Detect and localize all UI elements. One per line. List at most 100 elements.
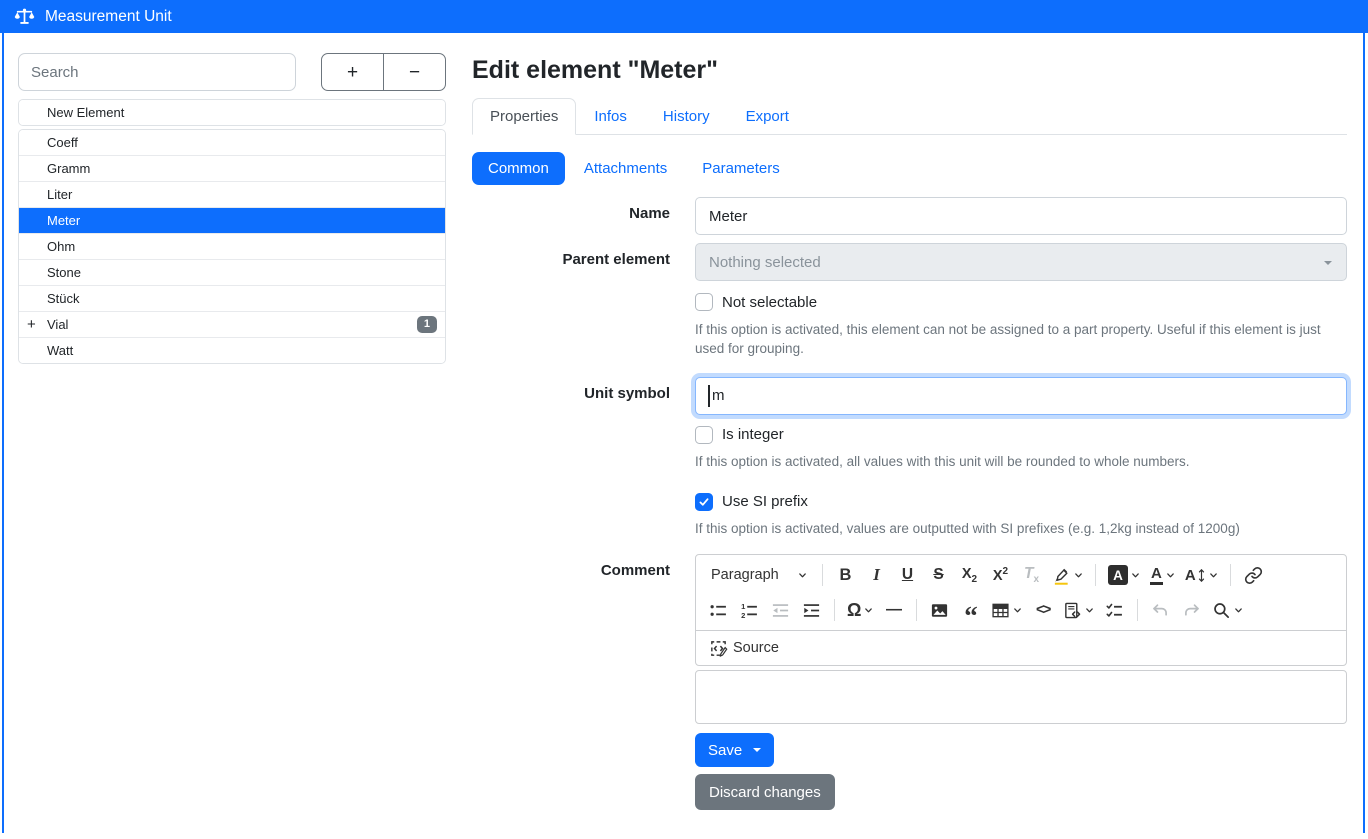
subtab-common[interactable]: Common bbox=[472, 152, 565, 185]
block-quote-button[interactable]: “ bbox=[956, 595, 985, 625]
element-list: Coeff Gramm LiterMeter Ohm Stone Stück +Vial1 W… bbox=[18, 129, 446, 364]
special-characters-button[interactable]: Ω bbox=[843, 595, 877, 625]
special-characters-icon: Ω bbox=[847, 600, 861, 621]
discard-changes-button[interactable]: Discard changes bbox=[695, 774, 835, 810]
sidebar-item-meter[interactable]: Meter bbox=[19, 207, 445, 233]
save-button[interactable]: Save bbox=[695, 733, 774, 767]
numbered-list-button[interactable]: 12 bbox=[735, 595, 764, 625]
horizontal-line-button[interactable]: — bbox=[879, 595, 908, 625]
tab-properties[interactable]: Properties bbox=[472, 98, 576, 135]
insert-table-button[interactable] bbox=[987, 595, 1026, 625]
indent-button[interactable] bbox=[797, 595, 826, 625]
bulleted-list-icon bbox=[709, 601, 728, 620]
sidebar-item-ohm[interactable]: Ohm bbox=[19, 233, 445, 259]
subtab-parameters[interactable]: Parameters bbox=[686, 152, 796, 185]
app-title[interactable]: Measurement Unit bbox=[45, 8, 172, 26]
source-button[interactable]: Source bbox=[703, 636, 785, 661]
sidebar-item-label: Coeff bbox=[47, 135, 78, 150]
bold-icon: B bbox=[840, 566, 852, 585]
horizontal-line-icon: — bbox=[886, 601, 902, 619]
comment-editing-area[interactable] bbox=[695, 670, 1347, 724]
sidebar-item-label: Stück bbox=[47, 291, 80, 306]
sidebar-item-new-element[interactable]: New Element bbox=[19, 100, 445, 125]
not-selectable-label: Not selectable bbox=[722, 294, 817, 311]
font-size-button[interactable]: A bbox=[1181, 560, 1222, 590]
toolbar-separator bbox=[822, 564, 823, 586]
save-dropdown-caret-icon[interactable] bbox=[753, 748, 761, 756]
bold-button[interactable]: B bbox=[831, 560, 860, 590]
underline-button[interactable]: U bbox=[893, 560, 922, 590]
sidebar-item-label: Gramm bbox=[47, 161, 90, 176]
is-integer-help: If this option is activated, all values … bbox=[695, 452, 1347, 471]
window-edge-right bbox=[1363, 33, 1365, 833]
sidebar-item-gramm[interactable]: Gramm bbox=[19, 155, 445, 181]
link-button[interactable] bbox=[1239, 560, 1268, 590]
chevron-down-icon bbox=[1074, 571, 1083, 580]
sidebar-item-vial[interactable]: +Vial1 bbox=[19, 311, 445, 337]
italic-button[interactable]: I bbox=[862, 560, 891, 590]
indent-icon bbox=[802, 601, 821, 620]
find-and-replace-button[interactable] bbox=[1208, 595, 1247, 625]
chevron-down-icon bbox=[1209, 571, 1218, 580]
not-selectable-checkbox[interactable] bbox=[695, 293, 713, 311]
insert-image-icon bbox=[930, 601, 949, 620]
not-selectable-help: If this option is activated, this elemen… bbox=[695, 320, 1347, 359]
sidebar-item-coeff[interactable]: Coeff bbox=[19, 130, 445, 155]
find-and-replace-icon bbox=[1212, 601, 1231, 620]
search-input[interactable] bbox=[18, 53, 296, 91]
is-integer-checkbox[interactable] bbox=[695, 426, 713, 444]
parent-element-select[interactable]: Nothing selected bbox=[695, 243, 1347, 281]
inline-code-button[interactable]: <> bbox=[1028, 595, 1057, 625]
subtab-bar: CommonAttachmentsParameters bbox=[472, 152, 1347, 185]
todo-list-button[interactable] bbox=[1100, 595, 1129, 625]
insert-table-icon bbox=[991, 601, 1010, 620]
remove-element-button[interactable]: − bbox=[383, 53, 446, 91]
unit-symbol-label: Unit symbol bbox=[472, 377, 670, 402]
outdent-button[interactable] bbox=[766, 595, 795, 625]
add-element-button[interactable]: + bbox=[321, 53, 384, 91]
code-block-button[interactable] bbox=[1059, 595, 1098, 625]
sidebar-item-stück[interactable]: Stück bbox=[19, 285, 445, 311]
highlight-button[interactable] bbox=[1048, 560, 1087, 590]
new-element-box: New Element bbox=[18, 99, 446, 126]
redo-button[interactable] bbox=[1177, 595, 1206, 625]
chevron-down-icon bbox=[1234, 606, 1243, 615]
superscript-button[interactable]: X2 bbox=[986, 560, 1015, 590]
bulleted-list-button[interactable] bbox=[704, 595, 733, 625]
element-actions-group: + − bbox=[321, 53, 446, 91]
name-input[interactable] bbox=[695, 197, 1347, 235]
expand-icon[interactable]: + bbox=[27, 317, 36, 332]
remove-format-button[interactable]: Tx bbox=[1017, 560, 1046, 590]
tab-infos[interactable]: Infos bbox=[576, 98, 645, 135]
redo-icon bbox=[1182, 601, 1201, 620]
toolbar-separator bbox=[1137, 599, 1138, 621]
subscript-button[interactable]: X2 bbox=[955, 560, 984, 590]
insert-image-button[interactable] bbox=[925, 595, 954, 625]
strikethrough-button[interactable]: S bbox=[924, 560, 953, 590]
sidebar-item-watt[interactable]: Watt bbox=[19, 337, 445, 363]
tab-bar: PropertiesInfosHistoryExport bbox=[472, 98, 1347, 135]
tab-history[interactable]: History bbox=[645, 98, 728, 135]
subscript-icon: X2 bbox=[962, 566, 977, 585]
unit-symbol-input[interactable] bbox=[695, 377, 1347, 415]
chevron-down-icon bbox=[864, 606, 873, 615]
sidebar-item-liter[interactable]: Liter bbox=[19, 181, 445, 207]
use-si-prefix-checkbox[interactable] bbox=[695, 493, 713, 511]
is-integer-label: Is integer bbox=[722, 426, 784, 443]
undo-icon bbox=[1151, 601, 1170, 620]
sidebar-item-label: New Element bbox=[47, 105, 124, 120]
count-badge: 1 bbox=[417, 316, 437, 333]
heading-button[interactable]: Paragraph bbox=[704, 560, 814, 590]
subtab-attachments[interactable]: Attachments bbox=[568, 152, 683, 185]
sidebar-item-label: Watt bbox=[47, 343, 73, 358]
sidebar-item-stone[interactable]: Stone bbox=[19, 259, 445, 285]
underline-icon: U bbox=[902, 566, 913, 584]
font-color-button[interactable]: A bbox=[1146, 560, 1179, 590]
comment-editor: ParagraphBIUSX2X2TxAAA 12Ω—“<> Source bbox=[695, 554, 1347, 724]
font-size-icon: A bbox=[1185, 567, 1206, 584]
undo-button[interactable] bbox=[1146, 595, 1175, 625]
tab-export[interactable]: Export bbox=[728, 98, 807, 135]
font-background-color-button[interactable]: A bbox=[1104, 560, 1144, 590]
sidebar-item-label: Ohm bbox=[47, 239, 75, 254]
toolbar-separator bbox=[916, 599, 917, 621]
